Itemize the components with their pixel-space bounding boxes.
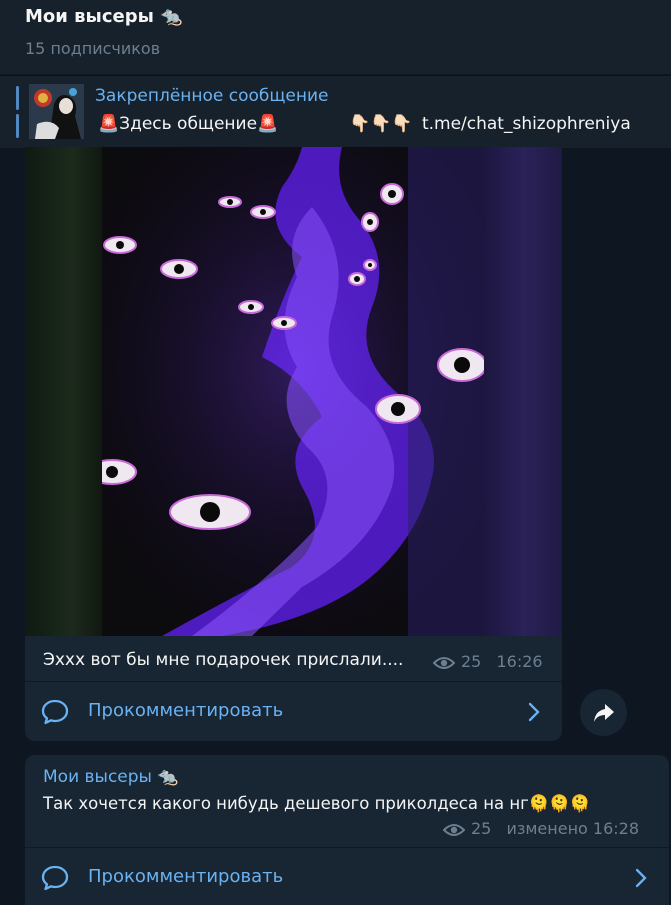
chevron-right-icon (527, 702, 541, 726)
view-count: 25 (461, 652, 482, 671)
subscriber-count: 15 подписчиков (25, 39, 161, 58)
pinned-link[interactable]: t.me/chat_shizophreniya (422, 114, 631, 134)
comment-label: Прокомментировать (88, 700, 284, 721)
comment-button[interactable]: Прокомментировать (25, 848, 669, 905)
post-text: Так хочется какого нибудь дешевого прико… (43, 794, 591, 813)
channel-post: Мои высеры 🐀 Так хочется какого нибудь д… (25, 755, 669, 905)
post-image[interactable] (25, 147, 562, 636)
eye-icon (432, 655, 456, 674)
post-caption: Эххх вот бы мне подарочек прислали.... (43, 650, 404, 670)
post-meta: 25 изменено 16:28 (442, 819, 640, 841)
post-author[interactable]: Мои высеры 🐀 (43, 767, 179, 787)
post-time: 16:26 (496, 652, 543, 671)
pinned-label: Закреплённое сообщение (95, 86, 329, 106)
channel-title: Мои высеры 🐀 (25, 6, 183, 27)
eyes-artwork (102, 147, 484, 636)
post-meta: 25 16:26 (432, 652, 543, 674)
pinned-indicator (16, 86, 19, 138)
share-button[interactable] (580, 689, 627, 736)
view-count: 25 (471, 819, 492, 838)
pinned-message-bar[interactable]: Закреплённое сообщение 🚨Здесь общение🚨 👇… (0, 75, 671, 148)
pinned-thumbnail (29, 84, 84, 139)
eye-icon (442, 822, 466, 841)
comment-bubble-icon (40, 864, 70, 896)
share-arrow-icon (592, 702, 616, 728)
channel-post: Эххх вот бы мне подарочек прислали.... 2… (25, 147, 562, 741)
channel-header[interactable]: Мои высеры 🐀 15 подписчиков (0, 0, 671, 74)
comment-label: Прокомментировать (88, 866, 284, 887)
comment-bubble-icon (40, 698, 70, 730)
pinned-pointers: 👇🏻👇🏻👇🏻 (349, 114, 413, 134)
edited-time: изменено 16:28 (506, 819, 640, 838)
comment-button[interactable]: Прокомментировать (25, 682, 562, 741)
image-blur-left (25, 147, 103, 636)
pinned-text-prefix: 🚨Здесь общение🚨 (98, 114, 279, 134)
image-blur-right (484, 147, 562, 636)
pinned-text: 🚨Здесь общение🚨 👇🏻👇🏻👇🏻 t.me/chat_shizoph… (98, 114, 631, 134)
chevron-right-icon (634, 868, 648, 892)
